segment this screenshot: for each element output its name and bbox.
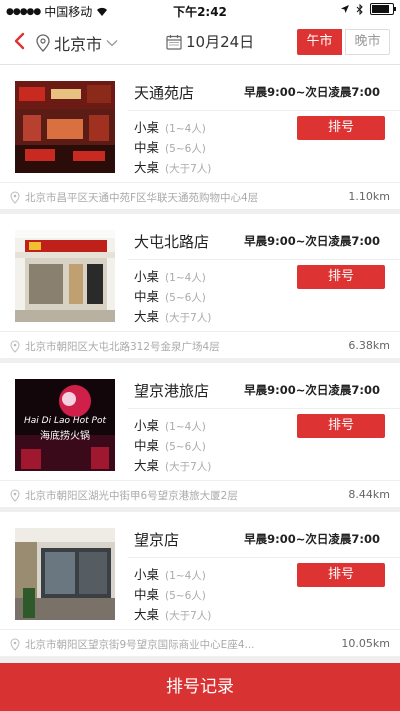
table-size-label: 中桌: [134, 438, 160, 453]
table-capacity: (5~6人): [165, 590, 206, 602]
table-capacity: (大于7人): [165, 312, 212, 324]
table-size-label: 中桌: [134, 289, 160, 304]
table-size-label: 大桌: [134, 458, 160, 473]
queue-button[interactable]: 排号: [297, 414, 385, 438]
medium-table-row: 中桌 (5~6人): [134, 435, 206, 454]
status-bar: ●●●●● 中国移动 下午2:42: [0, 0, 400, 20]
table-capacity: (5~6人): [165, 292, 206, 304]
table-size-label: 中桌: [134, 140, 160, 155]
address-row: 北京市昌平区天通中苑F区华联天通苑购物中心4层 1.10km: [0, 182, 400, 210]
store-distance: 10.05km: [341, 637, 390, 650]
store-card[interactable]: Hai Di Lao Hot Pot 海底捞火锅 望京港旅店 早晨9:00~次日…: [0, 363, 400, 507]
medium-table-row: 中桌 (5~6人): [134, 584, 206, 603]
large-table-row: 大桌 (大于7人): [134, 604, 211, 623]
address-row: 北京市朝阳区望京街9号望京国际商业中心E座4... 10.05km: [0, 629, 400, 657]
back-arrow-icon[interactable]: [10, 30, 30, 52]
table-size-label: 小桌: [134, 567, 160, 582]
store-sign-logo-text: Hai Di Lao Hot Pot: [24, 416, 106, 426]
calendar-icon: [166, 34, 182, 50]
battery-icon: [370, 3, 396, 15]
table-capacity: (大于7人): [165, 461, 212, 473]
table-capacity: (大于7人): [165, 610, 212, 622]
location-services-icon: [341, 5, 349, 13]
chevron-down-icon: [106, 40, 118, 47]
store-name: 望京店: [134, 531, 180, 549]
store-photo: [15, 81, 115, 173]
store-card[interactable]: 望京店 早晨9:00~次日凌晨7:00 小桌 (1~4人) 中桌 (5~6人) 大桌…: [0, 512, 400, 656]
queue-button[interactable]: 排号: [297, 563, 385, 587]
location-pin-icon: [10, 340, 20, 353]
queue-button[interactable]: 排号: [297, 116, 385, 140]
table-size-label: 大桌: [134, 160, 160, 175]
store-hours: 早晨9:00~次日凌晨7:00: [244, 532, 380, 546]
store-address: 北京市昌平区天通中苑F区华联天通苑购物中心4层: [25, 192, 259, 204]
table-capacity: (1~4人): [165, 123, 206, 135]
date-picker[interactable]: 10月24日: [166, 31, 254, 52]
store-distance: 1.10km: [348, 190, 390, 203]
table-size-label: 小桌: [134, 269, 160, 284]
table-capacity: (1~4人): [165, 570, 206, 582]
store-card[interactable]: 天通苑店 早晨9:00~次日凌晨7:00 小桌 (1~4人) 中桌 (5~6人) 大…: [0, 65, 400, 209]
store-distance: 8.44km: [348, 488, 390, 501]
store-hours: 早晨9:00~次日凌晨7:00: [244, 85, 380, 99]
city-label: 北京市: [54, 35, 103, 54]
table-capacity: (5~6人): [165, 143, 206, 155]
store-address: 北京市朝阳区望京街9号望京国际商业中心E座4...: [25, 639, 255, 651]
date-label: 10月24日: [186, 33, 255, 51]
store-address: 北京市朝阳区湖光中街甲6号望京港旅大厦2层: [25, 490, 238, 502]
store-name: 望京港旅店: [134, 382, 210, 400]
table-size-label: 大桌: [134, 309, 160, 324]
table-size-label: 小桌: [134, 120, 160, 135]
location-pin-icon: [10, 638, 20, 651]
large-table-row: 大桌 (大于7人): [134, 306, 211, 325]
table-size-label: 大桌: [134, 607, 160, 622]
store-address: 北京市朝阳区大屯北路312号金泉广场4层: [25, 341, 220, 353]
medium-table-row: 中桌 (5~6人): [134, 137, 206, 156]
queue-records-button[interactable]: 排号记录: [0, 663, 400, 711]
address-row: 北京市朝阳区湖光中街甲6号望京港旅大厦2层 8.44km: [0, 480, 400, 508]
store-name: 大屯北路店: [134, 233, 210, 251]
table-capacity: (1~4人): [165, 421, 206, 433]
small-table-row: 小桌 (1~4人): [134, 564, 206, 583]
large-table-row: 大桌 (大于7人): [134, 455, 211, 474]
table-size-label: 小桌: [134, 418, 160, 433]
address-row: 北京市朝阳区大屯北路312号金泉广场4层 6.38km: [0, 331, 400, 359]
location-pin-icon: [36, 34, 50, 52]
table-size-label: 中桌: [134, 587, 160, 602]
queue-button[interactable]: 排号: [297, 265, 385, 289]
market-toggle: 午市 晚市: [297, 29, 390, 55]
divider: [128, 557, 400, 558]
medium-table-row: 中桌 (5~6人): [134, 286, 206, 305]
location-pin-icon: [10, 489, 20, 502]
store-photo: Hai Di Lao Hot Pot 海底捞火锅: [15, 379, 115, 471]
location-pin-icon: [10, 191, 20, 204]
store-card[interactable]: 大屯北路店 早晨9:00~次日凌晨7:00 小桌 (1~4人) 中桌 (5~6人) …: [0, 214, 400, 358]
store-hours: 早晨9:00~次日凌晨7:00: [244, 234, 380, 248]
divider: [128, 110, 400, 111]
small-table-row: 小桌 (1~4人): [134, 415, 206, 434]
table-capacity: (5~6人): [165, 441, 206, 453]
store-distance: 6.38km: [348, 339, 390, 352]
divider: [128, 259, 400, 260]
small-table-row: 小桌 (1~4人): [134, 266, 206, 285]
store-photo: [15, 528, 115, 620]
lunch-tab[interactable]: 午市: [297, 29, 342, 55]
small-table-row: 小桌 (1~4人): [134, 117, 206, 136]
large-table-row: 大桌 (大于7人): [134, 157, 211, 176]
nav-bar: 北京市 10月24日 午市 晚市: [0, 20, 400, 65]
table-capacity: (大于7人): [165, 163, 212, 175]
store-name: 天通苑店: [134, 84, 195, 102]
bluetooth-icon: [356, 3, 363, 15]
city-picker[interactable]: 北京市: [36, 31, 118, 55]
divider: [128, 408, 400, 409]
table-capacity: (1~4人): [165, 272, 206, 284]
dinner-tab[interactable]: 晚市: [345, 29, 390, 55]
store-sign-text: 海底捞火锅: [40, 429, 90, 442]
store-photo: [15, 230, 115, 322]
store-hours: 早晨9:00~次日凌晨7:00: [244, 383, 380, 397]
